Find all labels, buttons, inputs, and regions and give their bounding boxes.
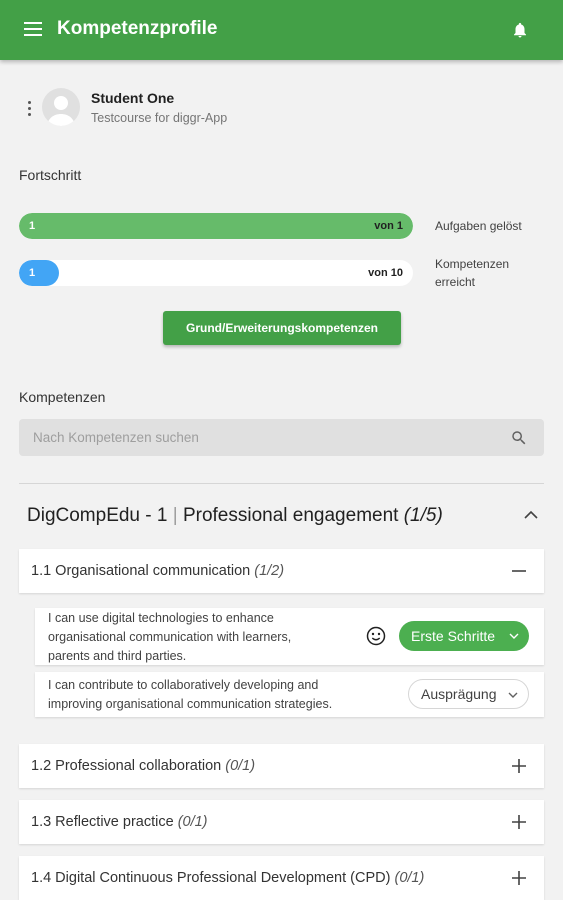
menu-icon[interactable] [24, 22, 42, 36]
area-label: 1.1 Organisational communication [31, 563, 251, 579]
group-count: (1/5) [403, 505, 443, 526]
search-input[interactable] [19, 419, 489, 456]
area-card[interactable]: 1.4 Digital Continuous Professional Deve… [19, 856, 544, 900]
competence-text: I can use digital technologies to enhanc… [48, 609, 291, 666]
minus-icon[interactable] [512, 564, 526, 578]
competence-text-line: organisational communication with learne… [48, 630, 292, 644]
competence-item: I can use digital technologies to enhanc… [35, 608, 544, 665]
more-vert-icon[interactable] [28, 101, 32, 117]
competence-text-line: parents and third parties. [48, 649, 187, 663]
competence-item: I can contribute to collaboratively deve… [35, 672, 544, 717]
competence-text-line: I can contribute to collaboratively deve… [48, 678, 319, 692]
competences-progress-fill [19, 260, 59, 286]
area-card[interactable]: 1.3 Reflective practice (0/1) [19, 800, 544, 844]
divider [19, 483, 544, 484]
bell-icon[interactable] [511, 19, 529, 41]
competences-progress-bar: 1 von 10 [19, 260, 413, 286]
app-bar: Kompetenzprofile [0, 0, 563, 60]
chevron-down-icon [508, 692, 518, 698]
area-title: 1.1 Organisational communication (1/2) [31, 563, 284, 579]
competence-text: I can contribute to collaboratively deve… [48, 676, 332, 714]
chevron-up-icon[interactable] [524, 510, 538, 520]
user-header: Student One Testcourse for diggr-App [0, 80, 563, 136]
area-label: 1.3 Reflective practice [31, 814, 174, 830]
tasks-progress-value: 1 [29, 220, 36, 232]
page-title: Kompetenzprofile [57, 18, 218, 39]
group-name: Professional engagement [182, 505, 399, 526]
competence-group-title: DigCompEdu - 1 | Professional engagement… [27, 505, 443, 527]
competence-group-header[interactable]: DigCompEdu - 1 | Professional engagement… [19, 498, 544, 534]
area-label: 1.4 Digital Continuous Professional Deve… [31, 870, 391, 886]
basic-extended-competences-button[interactable]: Grund/Erweiterungskompetenzen [163, 311, 401, 345]
plus-icon[interactable] [512, 871, 526, 885]
area-count: (0/1) [394, 870, 425, 886]
area-title: 1.3 Reflective practice (0/1) [31, 814, 208, 830]
avatar [42, 88, 80, 126]
area-card[interactable]: 1.1 Organisational communication (1/2) [19, 549, 544, 593]
area-count: (0/1) [225, 758, 256, 774]
area-label: 1.2 Professional collaboration [31, 758, 222, 774]
level-select-chip[interactable]: Ausprägung [408, 679, 529, 709]
area-count: (0/1) [177, 814, 208, 830]
progress-label: Fortschritt [19, 167, 82, 183]
tasks-progress-bar: 1 von 1 [19, 213, 413, 239]
chevron-down-icon [509, 633, 519, 639]
area-title: 1.2 Professional collaboration (0/1) [31, 758, 255, 774]
group-code: DigCompEdu - 1 [27, 505, 168, 526]
plus-icon[interactable] [512, 759, 526, 773]
smiley-icon [366, 626, 386, 646]
area-title: 1.4 Digital Continuous Professional Deve… [31, 870, 424, 886]
level-select-chip[interactable]: Erste Schritte [399, 621, 529, 651]
tasks-progress-total: von 1 [374, 220, 403, 232]
search-icon[interactable] [510, 429, 528, 447]
level-select-value: Ausprägung [421, 686, 497, 702]
area-count: (1/2) [254, 563, 285, 579]
competences-progress-value: 1 [29, 267, 36, 279]
competences-label: Kompetenzen [19, 389, 106, 405]
competence-text-line: I can use digital technologies to enhanc… [48, 611, 274, 625]
competence-text-line: improving organisational communication s… [48, 697, 333, 711]
group-separator: | [172, 505, 178, 526]
plus-icon[interactable] [512, 815, 526, 829]
search-bar [19, 419, 544, 456]
user-name: Student One [91, 90, 175, 106]
competences-progress-total: von 10 [368, 267, 403, 279]
area-card[interactable]: 1.2 Professional collaboration (0/1) [19, 744, 544, 788]
tasks-progress-caption: Aufgaben gelöst [435, 219, 522, 233]
competences-progress-caption: Kompetenzen erreicht [435, 257, 510, 289]
level-select-value: Erste Schritte [411, 628, 496, 644]
tasks-progress-fill [19, 213, 413, 239]
user-course: Testcourse for diggr-App [91, 111, 228, 125]
